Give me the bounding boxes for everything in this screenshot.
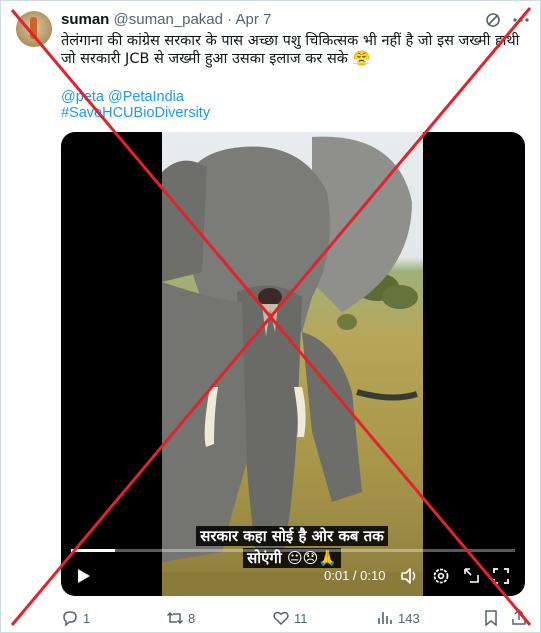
tweet-text: तेलंगाना की कांग्रेस सरकार के पास अच्छा … <box>61 33 520 67</box>
play-icon[interactable] <box>73 566 93 586</box>
views-icon <box>378 612 392 624</box>
repost-icon <box>166 611 184 625</box>
like-count: 11 <box>294 611 308 626</box>
handle[interactable]: @suman_pakad <box>114 11 223 28</box>
caption-line-1: सरकार कहा सोई है ओर कब तक <box>196 526 388 546</box>
more-icon[interactable] <box>511 12 531 28</box>
avatar-figure <box>30 17 37 39</box>
video-caption: सरकार कहा सोई है ओर कब तक सोएंगी 😐😞🙏 <box>179 525 405 569</box>
settings-icon[interactable] <box>431 566 451 586</box>
video-time: 0:01 / 0:10 <box>324 568 386 583</box>
volume-icon[interactable] <box>399 566 419 586</box>
tweet-header: suman @suman_pakad · Apr 7 <box>61 11 271 29</box>
display-name[interactable]: suman <box>61 11 109 28</box>
repost-count: 8 <box>188 611 196 626</box>
picture-in-picture-icon[interactable] <box>461 566 481 586</box>
bookmark-icon[interactable] <box>482 609 500 627</box>
post-date[interactable]: Apr 7 <box>236 11 272 28</box>
video-player[interactable]: सरकार कहा सोई है ओर कब तक सोएंगी 😐😞🙏 0:0… <box>61 132 525 596</box>
avatar[interactable] <box>16 11 52 47</box>
reply-icon <box>63 611 77 627</box>
hashtag-link[interactable]: #SaveHCUBioDiversity <box>61 104 210 123</box>
progress-fill <box>71 549 116 552</box>
views-count: 143 <box>398 611 420 626</box>
reply-count: 1 <box>83 611 91 626</box>
share-icon[interactable] <box>510 608 528 626</box>
grok-icon[interactable] <box>485 12 501 28</box>
tweet-card: suman @suman_pakad · Apr 7 तेलंगाना की क… <box>0 0 541 633</box>
like-icon <box>273 611 289 626</box>
header-separator: · <box>227 11 233 28</box>
fullscreen-icon[interactable] <box>491 566 511 586</box>
progress-bar[interactable] <box>71 549 515 552</box>
